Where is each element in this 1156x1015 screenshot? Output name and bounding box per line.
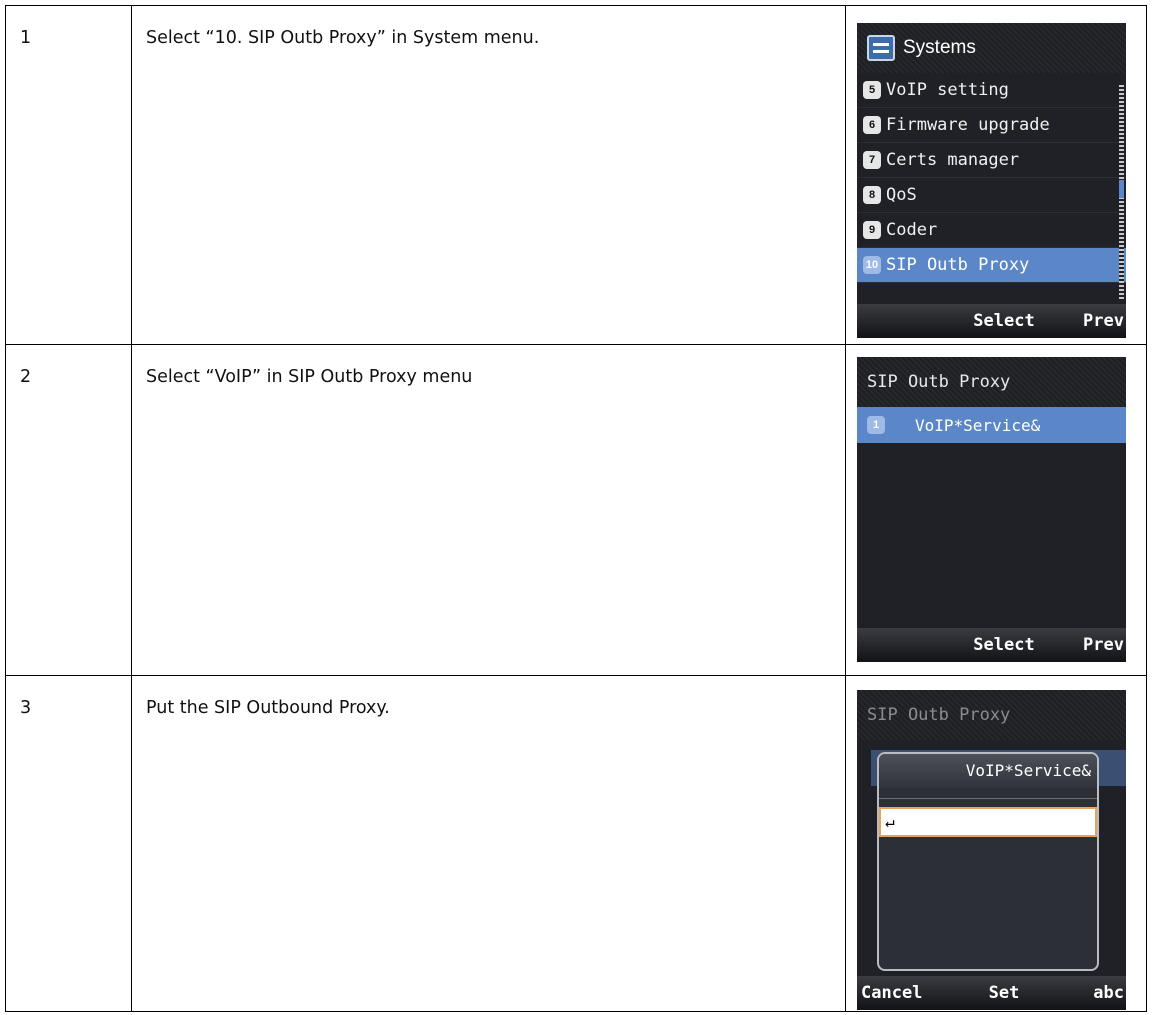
- softkey-prev[interactable]: Prev: [1064, 311, 1126, 331]
- systems-icon: [867, 35, 895, 61]
- menu-item[interactable]: 7 Certs manager: [857, 143, 1126, 178]
- step-number: 2: [20, 367, 32, 387]
- softkey-select[interactable]: Select: [944, 635, 1064, 655]
- menu-item-number: 7: [863, 151, 881, 169]
- softkey-select[interactable]: Select: [944, 311, 1064, 331]
- menu-item-label: Certs manager: [886, 150, 1020, 170]
- screen-title: SIP Outb Proxy: [857, 690, 1126, 740]
- menu-item-number: 1: [867, 416, 885, 434]
- softkey-prev[interactable]: Prev: [1064, 635, 1126, 655]
- menu-item-label: SIP Outb Proxy: [886, 255, 1030, 275]
- table-row: 2 Select “VoIP” in SIP Outb Proxy menu S…: [5, 344, 1147, 676]
- screenshot-cell: SIP Outb Proxy VoIP*Service& ↵ Cancel Se…: [845, 675, 1147, 1012]
- screen-title: Systems: [903, 37, 976, 58]
- table-row: 3 Put the SIP Outbound Proxy. SIP Outb P…: [5, 675, 1147, 1012]
- scrollbar-thumb[interactable]: [1119, 180, 1124, 198]
- step-description-cell: Put the SIP Outbound Proxy.: [131, 675, 846, 1012]
- menu-item[interactable]: 8 QoS: [857, 178, 1126, 213]
- softkey-bar: Select Prev: [857, 304, 1126, 338]
- menu-item-number: 10: [863, 256, 881, 274]
- menu-item-label: Coder: [886, 220, 938, 240]
- menu-item-label: VoIP*Service&: [915, 415, 1041, 435]
- screen-titlebar: Systems: [857, 23, 1126, 73]
- step-number-cell: 2: [5, 344, 132, 676]
- phone-screen-systems: Systems 5 VoIP setting 6 Firmware upgrad…: [857, 23, 1126, 338]
- menu-item-label: QoS: [886, 185, 917, 205]
- menu-item[interactable]: 5 VoIP setting: [857, 73, 1126, 108]
- menu-item-number: 8: [863, 186, 881, 204]
- step-description-cell: Select “VoIP” in SIP Outb Proxy menu: [131, 344, 846, 676]
- softkey-bar: Cancel Set abc: [857, 976, 1126, 1010]
- step-number-cell: 3: [5, 675, 132, 1012]
- softkey-bar: Select Prev: [857, 628, 1126, 662]
- proxy-input-field[interactable]: ↵: [879, 807, 1097, 837]
- menu-item-number: 5: [863, 81, 881, 99]
- step-description: Select “10. SIP Outb Proxy” in System me…: [146, 28, 540, 48]
- menu-item-selected[interactable]: 1 VoIP*Service&: [857, 407, 1126, 443]
- menu-item[interactable]: 6 Firmware upgrade: [857, 108, 1126, 143]
- softkey-set[interactable]: Set: [944, 983, 1064, 1003]
- menu-item[interactable]: 9 Coder: [857, 213, 1126, 248]
- phone-screen-input-dialog: SIP Outb Proxy VoIP*Service& ↵ Cancel Se…: [857, 690, 1126, 1010]
- dialog-title: VoIP*Service&: [879, 754, 1097, 788]
- step-description: Put the SIP Outbound Proxy.: [146, 698, 390, 718]
- screenshot-cell: Systems 5 VoIP setting 6 Firmware upgrad…: [845, 5, 1147, 345]
- screen-title: SIP Outb Proxy: [857, 357, 1126, 407]
- instruction-table: 1 Select “10. SIP Outb Proxy” in System …: [5, 5, 1147, 1012]
- step-number-cell: 1: [5, 5, 132, 345]
- step-number: 1: [20, 28, 32, 48]
- menu-item-number: 9: [863, 221, 881, 239]
- dialog-divider: [879, 788, 1097, 799]
- screenshot-cell: SIP Outb Proxy 1 VoIP*Service& Select Pr…: [845, 344, 1147, 676]
- softkey-cancel[interactable]: Cancel: [857, 983, 944, 1003]
- softkey-abc[interactable]: abc: [1064, 983, 1126, 1003]
- menu-item-label: Firmware upgrade: [886, 115, 1050, 135]
- input-dialog: VoIP*Service& ↵: [877, 752, 1099, 971]
- menu-item-selected[interactable]: 10 SIP Outb Proxy: [857, 248, 1126, 283]
- table-row: 1 Select “10. SIP Outb Proxy” in System …: [5, 5, 1147, 345]
- step-description-cell: Select “10. SIP Outb Proxy” in System me…: [131, 5, 846, 345]
- menu-item-label: VoIP setting: [886, 80, 1009, 100]
- phone-screen-sip-outb-proxy: SIP Outb Proxy 1 VoIP*Service& Select Pr…: [857, 357, 1126, 662]
- step-number: 3: [20, 698, 32, 718]
- scrollbar[interactable]: [1119, 85, 1124, 300]
- menu-item-number: 6: [863, 116, 881, 134]
- step-description: Select “VoIP” in SIP Outb Proxy menu: [146, 367, 473, 387]
